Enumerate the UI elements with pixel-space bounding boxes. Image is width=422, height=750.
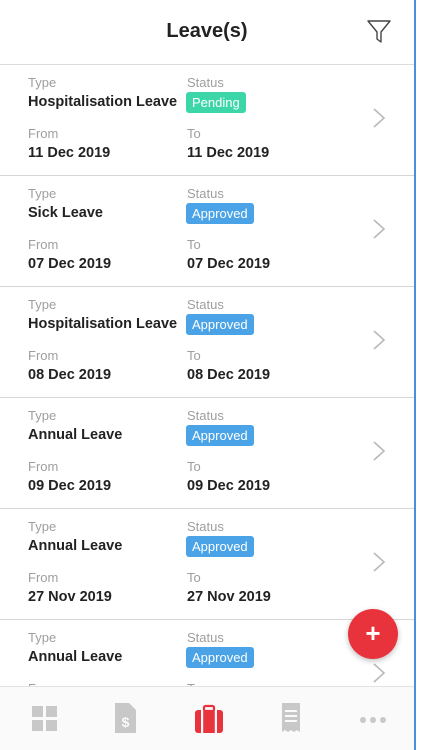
leave-list[interactable]: Type Hospitalisation Leave Status Pending Fr… — [0, 65, 414, 686]
leave-briefcase-icon — [195, 704, 223, 733]
leave-list-screen: Leave(s) Type Hospitalisation Leave Status… — [0, 0, 414, 750]
chevron-right-icon — [373, 330, 386, 350]
leave-type: Hospitalisation Leave — [28, 316, 178, 332]
svg-text:$: $ — [122, 714, 130, 730]
chevron-right-icon — [373, 552, 386, 572]
tab-more[interactable] — [358, 701, 388, 735]
to-date: 27 Nov 2019 — [187, 589, 271, 605]
chevron-right-icon — [373, 108, 386, 128]
filter-button[interactable] — [366, 18, 392, 46]
top-bar: Leave(s) — [0, 0, 414, 65]
tab-dashboard[interactable] — [30, 701, 60, 735]
type-label: Type — [28, 408, 57, 423]
add-leave-button[interactable]: + — [348, 609, 398, 659]
claims-document-dollar-icon: $ — [115, 703, 136, 733]
leave-list-item[interactable]: Type Annual Leave Status Approved From 09 Dec… — [0, 398, 414, 509]
to-date: 08 Dec 2019 — [187, 367, 271, 383]
status-label: Status — [187, 630, 224, 645]
to-label: To — [187, 237, 201, 252]
leave-type: Annual Leave — [28, 649, 123, 665]
to-label: To — [187, 126, 201, 141]
chevron-right-icon — [373, 663, 386, 683]
status-label: Status — [187, 408, 224, 423]
from-label: From — [28, 459, 59, 474]
status-badge: Approved — [186, 536, 254, 557]
from-date: 27 Nov 2019 — [28, 589, 112, 605]
status-label: Status — [187, 519, 224, 534]
leave-list-item[interactable]: Type Hospitalisation Leave Status Approved F… — [0, 287, 414, 398]
status-badge: Pending — [186, 92, 246, 113]
type-label: Type — [28, 630, 57, 645]
leave-list-item[interactable]: Type Hospitalisation Leave Status Pending Fr… — [0, 65, 414, 176]
leave-type: Annual Leave — [28, 427, 123, 443]
leave-type: Sick Leave — [28, 205, 103, 221]
from-date: 08 Dec 2019 — [28, 367, 112, 383]
tab-leave[interactable] — [194, 701, 224, 735]
tab-payslip[interactable] — [276, 701, 306, 735]
status-badge: Approved — [186, 203, 254, 224]
to-label: To — [187, 459, 201, 474]
chevron-right-icon — [373, 219, 386, 239]
plus-icon: + — [365, 618, 381, 648]
type-label: Type — [28, 75, 57, 90]
type-label: Type — [28, 519, 57, 534]
from-date: 07 Dec 2019 — [28, 256, 112, 272]
leave-type: Hospitalisation Leave — [28, 94, 178, 110]
to-date: 09 Dec 2019 — [187, 478, 271, 494]
status-badge: Approved — [186, 314, 254, 335]
bottom-tab-bar: $ — [0, 686, 414, 750]
from-label: From — [28, 126, 59, 141]
status-label: Status — [187, 186, 224, 201]
status-badge: Approved — [186, 425, 254, 446]
payslip-receipt-icon — [282, 703, 300, 732]
from-label: From — [28, 237, 59, 252]
to-date: 07 Dec 2019 — [187, 256, 271, 272]
from-label: From — [28, 348, 59, 363]
from-label: From — [28, 570, 59, 585]
filter-funnel-icon — [367, 20, 391, 43]
from-date: 11 Dec 2019 — [28, 145, 111, 161]
to-date: 11 Dec 2019 — [187, 145, 270, 161]
type-label: Type — [28, 186, 57, 201]
more-dots-icon — [360, 717, 386, 723]
status-label: Status — [187, 75, 224, 90]
leave-list-item[interactable]: Type Annual Leave Status Approved From 27 Nov… — [0, 509, 414, 620]
status-badge: Approved — [186, 647, 254, 668]
type-label: Type — [28, 297, 57, 312]
dashboard-grid-icon — [32, 706, 57, 731]
leave-type: Annual Leave — [28, 538, 123, 554]
tab-claims[interactable]: $ — [110, 701, 140, 735]
status-label: Status — [187, 297, 224, 312]
to-label: To — [187, 348, 201, 363]
to-label: To — [187, 570, 201, 585]
page-title: Leave(s) — [166, 20, 248, 42]
from-date: 09 Dec 2019 — [28, 478, 112, 494]
chevron-right-icon — [373, 441, 386, 461]
leave-list-item[interactable]: Type Sick Leave Status Approved From 07 Dec 2… — [0, 176, 414, 287]
